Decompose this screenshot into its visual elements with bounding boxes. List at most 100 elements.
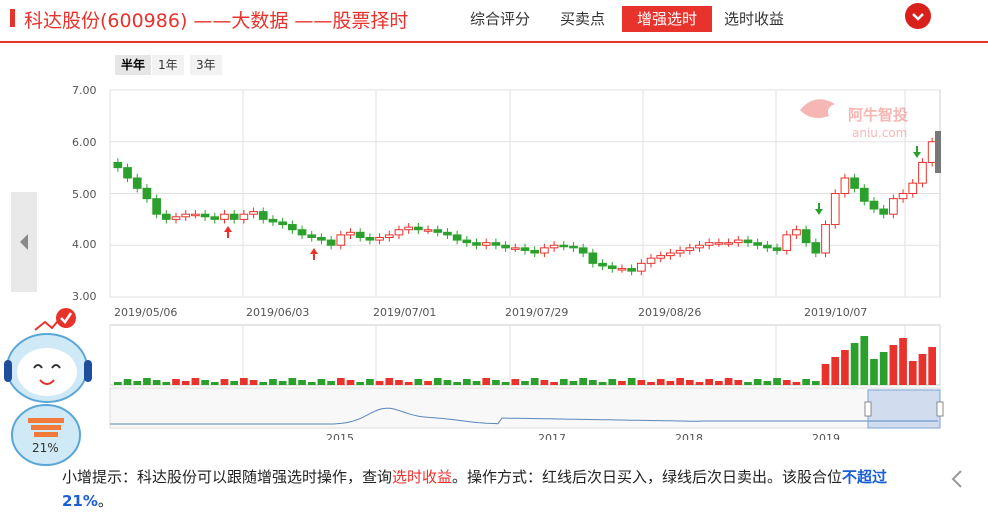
volume-bar (734, 380, 743, 385)
candle (617, 268, 627, 271)
chart-grid (109, 89, 941, 386)
overview-tick-label: 2019 (812, 432, 840, 440)
candle (123, 167, 132, 179)
candle (443, 231, 452, 236)
candle (724, 242, 733, 245)
candle (220, 213, 229, 220)
volume-bar (744, 382, 752, 385)
candle (384, 234, 394, 238)
candle (113, 161, 123, 169)
candle (239, 213, 249, 220)
overview-navigator[interactable] (109, 387, 944, 429)
volume-bar (375, 381, 384, 385)
candle (685, 247, 695, 251)
timing-returns-link[interactable]: 选时收益 (392, 468, 452, 486)
candle (733, 239, 743, 244)
x-tick-label: 2019/07/01 (373, 306, 436, 319)
candle (714, 242, 724, 245)
volume-bar (201, 380, 209, 385)
chevron-left-icon (951, 470, 962, 488)
volume-bar (172, 379, 180, 385)
candle (811, 242, 821, 254)
volume-bar (152, 380, 161, 385)
overview-tick-label: 2018 (675, 432, 703, 440)
y-tick-label: 4.00 (72, 238, 97, 251)
volume-bar (879, 352, 888, 385)
volume-bar (618, 381, 626, 385)
hint-prefix: 小增提示：科达股份可以跟随增强选时操作，查询 (62, 468, 393, 486)
overview-selection (867, 389, 941, 429)
hint-emphasis: 不超过 (842, 468, 888, 486)
candle (297, 229, 307, 236)
candle (462, 239, 472, 244)
volume-bar (773, 378, 781, 385)
volume-bar (269, 379, 277, 385)
volume-bar (501, 382, 510, 385)
candle (859, 187, 869, 202)
candle (472, 242, 481, 246)
chart-next-button[interactable] (945, 464, 969, 494)
volume-bar (220, 379, 229, 385)
candle (200, 213, 210, 218)
volume-bar (210, 382, 219, 385)
price-chart: 7.00 6.00 5.00 4.00 3.00 2019/05/06 2019… (72, 84, 944, 440)
candle (588, 252, 598, 264)
volume-bar (123, 379, 132, 385)
volume-bar (589, 380, 597, 385)
volume-bar (492, 380, 500, 385)
mascot-percent: 21% (32, 441, 59, 455)
candle (578, 247, 588, 254)
candle (850, 177, 859, 189)
x-tick-label: 2019/10/07 (804, 306, 867, 319)
volume-bar (627, 378, 636, 385)
mascot-avatar: 21% (4, 308, 92, 466)
volume-bar (647, 382, 655, 385)
volume-bar (240, 378, 248, 385)
candle (743, 239, 753, 244)
candle (191, 213, 200, 217)
volume-bar (724, 378, 733, 385)
volume-bar (695, 382, 704, 385)
volume-bar (181, 381, 190, 385)
candle (627, 268, 636, 272)
candle (801, 229, 811, 244)
volume-bar (540, 380, 549, 385)
volume-bar (472, 381, 481, 385)
volume-bar (133, 381, 142, 385)
volume-bar (530, 378, 539, 385)
volume-bar (453, 382, 461, 385)
candle (501, 244, 510, 249)
volume-bar (433, 378, 442, 385)
candle (559, 244, 569, 248)
candle (598, 262, 607, 267)
candle (249, 211, 258, 215)
volume-bar (811, 381, 820, 385)
candle (336, 234, 346, 246)
candle (869, 200, 879, 210)
volume-bar (424, 381, 432, 385)
candle (646, 257, 656, 264)
volume-bar (598, 382, 607, 385)
candle (753, 242, 763, 246)
candle (666, 252, 675, 257)
svg-text:aniu.com: aniu.com (852, 126, 907, 140)
volume-bar (288, 378, 297, 385)
volume-bar (656, 379, 665, 385)
volume-bar (191, 378, 200, 385)
scroll-handle[interactable] (935, 131, 941, 173)
candle (510, 247, 520, 250)
overview-frame (109, 387, 941, 429)
candle (549, 244, 559, 249)
candle (481, 242, 491, 246)
volume-bar (259, 382, 268, 385)
volume-bar (366, 379, 374, 385)
volume-bar (346, 380, 355, 385)
candlestick-series (113, 137, 937, 276)
candle (181, 213, 191, 218)
x-tick-label: 2019/05/06 (114, 306, 177, 319)
volume-bar (162, 382, 171, 385)
candle (307, 234, 317, 238)
candle (394, 229, 404, 236)
volume-bar (850, 343, 859, 385)
volume-bar (482, 378, 491, 385)
